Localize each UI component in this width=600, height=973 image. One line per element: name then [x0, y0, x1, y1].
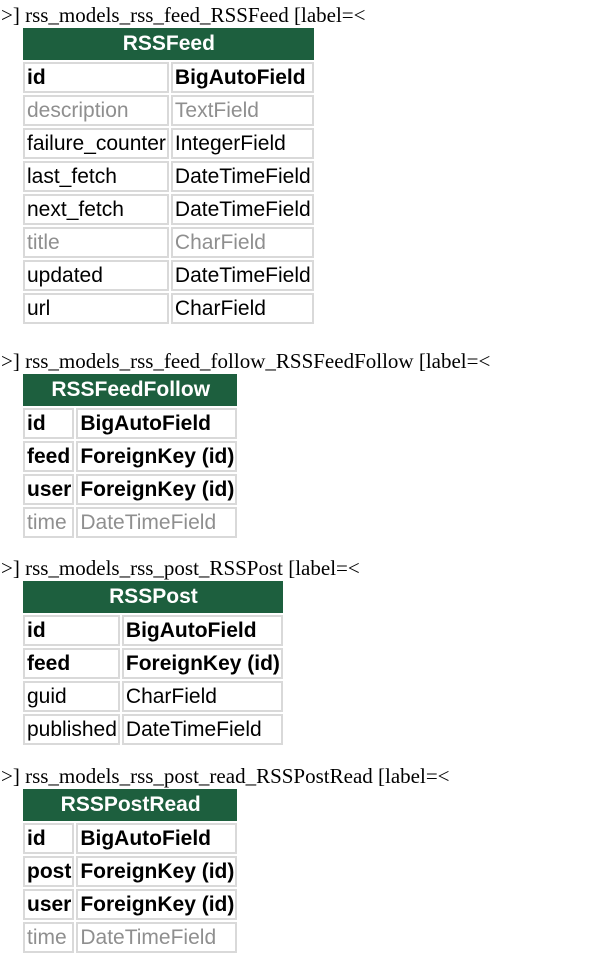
field-type: TextField [170, 95, 314, 126]
field-type: IntegerField [170, 128, 314, 159]
model-title: RSSPost [23, 581, 283, 613]
field-name: id [23, 823, 75, 854]
field-type: ForeignKey (id) [76, 474, 238, 505]
field-type: DateTimeField [76, 922, 238, 953]
field-row: time DateTimeField [23, 507, 238, 538]
field-row: id BigAutoField [23, 408, 238, 439]
model-caption: >] rss_models_rss_feed_follow_RSSFeedFol… [1, 349, 491, 373]
field-name: next_fetch [23, 194, 169, 225]
field-name: url [23, 293, 169, 324]
model-block-rssfeed: >] rss_models_rss_feed_RSSFeed [label=< … [0, 4, 366, 326]
field-name: user [23, 889, 75, 920]
model-title: RSSFeedFollow [23, 374, 238, 406]
field-type: CharField [121, 681, 283, 712]
field-row: guid CharField [23, 681, 283, 712]
field-type: CharField [170, 227, 314, 258]
field-type: ForeignKey (id) [76, 889, 238, 920]
field-row: user ForeignKey (id) [23, 889, 238, 920]
model-table-rssfeedfollow: RSSFeedFollow id BigAutoField feed Forei… [21, 372, 239, 540]
field-name: published [23, 714, 120, 745]
field-name: time [23, 922, 75, 953]
field-row: post ForeignKey (id) [23, 856, 238, 887]
field-row: id BigAutoField [23, 615, 283, 646]
field-name: guid [23, 681, 120, 712]
model-caption: >] rss_models_rss_post_RSSPost [label=< [1, 556, 360, 580]
model-table-rsspostread: RSSPostRead id BigAutoField post Foreign… [21, 787, 239, 955]
field-name: feed [23, 441, 75, 472]
field-name: last_fetch [23, 161, 169, 192]
field-row: failure_counter IntegerField [23, 128, 314, 159]
field-row: published DateTimeField [23, 714, 283, 745]
field-name: time [23, 507, 75, 538]
field-name: failure_counter [23, 128, 169, 159]
field-row: user ForeignKey (id) [23, 474, 238, 505]
field-name: feed [23, 648, 120, 679]
model-block-rssfeedfollow: >] rss_models_rss_feed_follow_RSSFeedFol… [0, 350, 490, 540]
model-caption: >] rss_models_rss_feed_RSSFeed [label=< [1, 3, 366, 27]
field-type: BigAutoField [121, 615, 283, 646]
field-type: ForeignKey (id) [76, 856, 238, 887]
model-table-rsspost: RSSPost id BigAutoField feed ForeignKey … [21, 579, 285, 747]
model-table-rssfeed: RSSFeed id BigAutoField description Text… [21, 26, 316, 326]
field-row: id BigAutoField [23, 62, 314, 93]
field-row: time DateTimeField [23, 922, 238, 953]
field-name: post [23, 856, 75, 887]
field-row: last_fetch DateTimeField [23, 161, 314, 192]
field-type: DateTimeField [76, 507, 238, 538]
field-name: updated [23, 260, 169, 291]
field-type: CharField [170, 293, 314, 324]
field-row: url CharField [23, 293, 314, 324]
field-name: id [23, 62, 169, 93]
model-block-rsspost: >] rss_models_rss_post_RSSPost [label=< … [0, 557, 360, 747]
field-row: id BigAutoField [23, 823, 238, 854]
model-title: RSSPostRead [23, 789, 238, 821]
field-name: description [23, 95, 169, 126]
field-name: title [23, 227, 169, 258]
field-name: user [23, 474, 75, 505]
field-name: id [23, 408, 75, 439]
field-type: DateTimeField [170, 194, 314, 225]
field-row: description TextField [23, 95, 314, 126]
field-type: DateTimeField [121, 714, 283, 745]
field-type: DateTimeField [170, 161, 314, 192]
field-row: updated DateTimeField [23, 260, 314, 291]
field-type: BigAutoField [170, 62, 314, 93]
field-type: BigAutoField [76, 823, 238, 854]
field-name: id [23, 615, 120, 646]
field-type: ForeignKey (id) [121, 648, 283, 679]
field-row: feed ForeignKey (id) [23, 441, 238, 472]
field-type: ForeignKey (id) [76, 441, 238, 472]
model-block-rsspostread: >] rss_models_rss_post_read_RSSPostRead … [0, 765, 450, 955]
model-caption: >] rss_models_rss_post_read_RSSPostRead … [1, 764, 450, 788]
field-type: BigAutoField [76, 408, 238, 439]
field-row: next_fetch DateTimeField [23, 194, 314, 225]
field-row: feed ForeignKey (id) [23, 648, 283, 679]
model-title: RSSFeed [23, 28, 314, 60]
field-row: title CharField [23, 227, 314, 258]
field-type: DateTimeField [170, 260, 314, 291]
